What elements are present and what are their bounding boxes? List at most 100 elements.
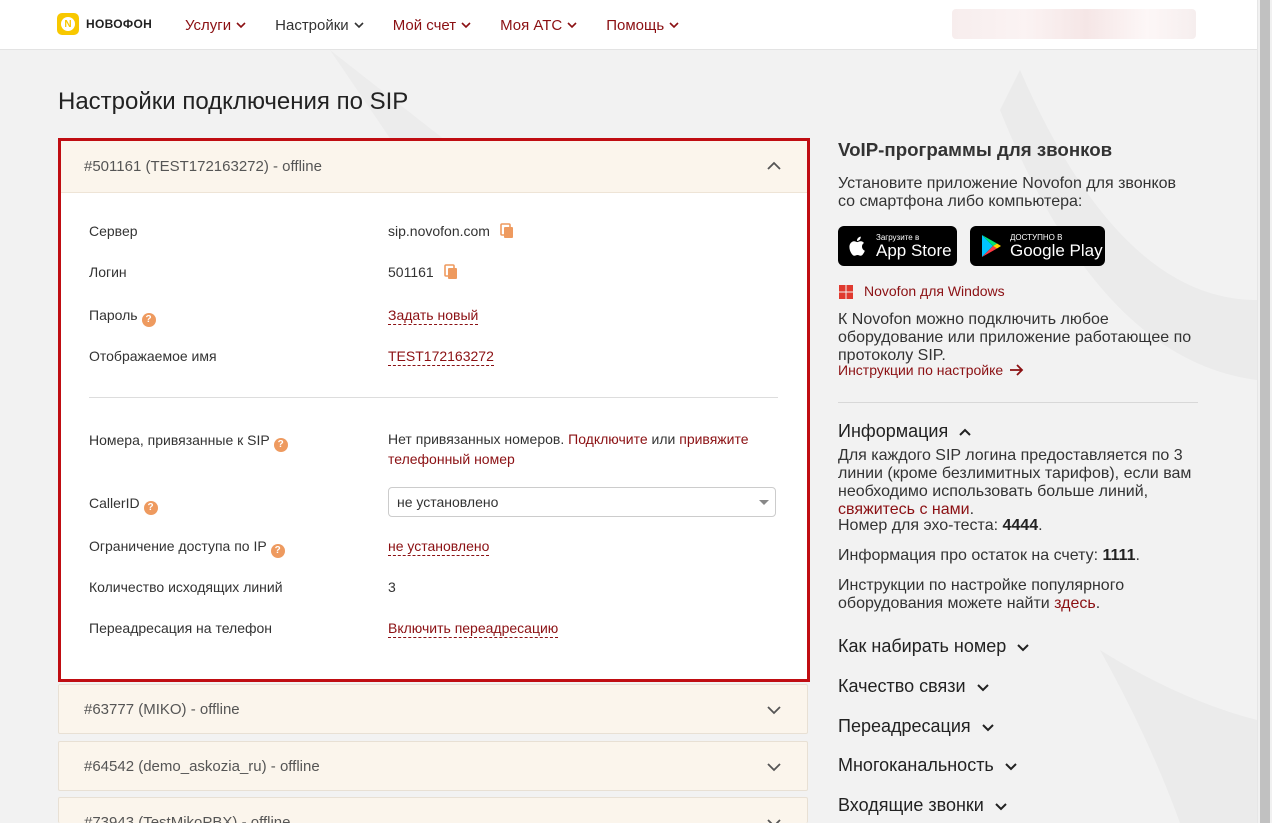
enable-forward-link[interactable]: Включить переадресацию [388,620,559,638]
ip-label: Ограничение доступа по IP [89,538,267,554]
callerid-label: CallerID [89,495,140,511]
accordion-quality[interactable]: Качество связи [838,676,990,697]
sip-card-header[interactable]: #501161 (TEST172163272) - offline [61,141,807,193]
help-icon[interactable]: ? [270,543,285,558]
help-icon[interactable]: ? [273,437,288,452]
copy-icon[interactable] [500,223,514,239]
nav-item-pbx[interactable]: Моя АТС [500,0,578,50]
chevron-down-icon [976,683,989,691]
googleplay-big: Google Play [1010,240,1103,260]
sip-account-card-expanded: #501161 (TEST172163272) - offline Сервер… [58,138,810,682]
login-label: Логин [89,264,127,280]
sidebar-divider [838,402,1198,403]
forward-label: Переадресация на телефон [89,620,273,636]
arrow-right-icon [1010,364,1024,376]
chevron-down-icon [354,22,364,29]
echo-test-line: Номер для эхо-теста: 4444. [838,517,1043,534]
server-value: sip.novofon.com [388,223,490,239]
scrollbar-thumb[interactable] [1260,0,1270,823]
sip-card-title: #64542 (demo_askozia_ru) - offline [84,757,320,775]
chevron-down-icon [1005,762,1017,770]
chevron-down-icon [1017,643,1030,651]
logo[interactable]: N НОВОФОН [57,13,152,35]
bind-number-link[interactable]: привяжите [679,431,748,447]
nav-label: Моя АТС [500,16,563,34]
numbers-text: Нет привязанных номеров. [388,431,565,447]
nav-item-account[interactable]: Мой счет [393,0,472,50]
accordion-dialing[interactable]: Как набирать номер [838,636,1030,657]
voip-text: Установите приложение Novofon для звонко… [838,175,1177,210]
nav-label: Помощь [606,16,665,34]
windows-app-link[interactable]: Novofon для Windows [864,283,1005,299]
accordion-multichannel[interactable]: Многоканальность [838,755,1018,776]
chevron-down-icon[interactable] [766,759,782,775]
sip-account-card-collapsed[interactable]: #63777 (MIKO) - offline [58,684,808,734]
hardware-link[interactable]: здесь [1054,595,1096,612]
accordion-label: Переадресация [838,716,971,736]
nav-item-services[interactable]: Услуги [185,0,247,50]
contact-us-link[interactable]: свяжитесь с нами [838,501,970,518]
info-title: Информация [838,421,949,441]
dropdown-arrow-icon [759,500,769,505]
balance-label: Информация про остаток на счету: [838,547,1099,564]
chevron-down-icon [995,802,1007,810]
password-label-wrap: Пароль? [89,307,156,327]
instructions-link[interactable]: Инструкции по настройке [838,362,1025,378]
sip-card-title: #501161 (TEST172163272) - offline [84,158,322,175]
echo-value: 4444 [1002,517,1039,534]
nav-item-settings[interactable]: Настройки [275,0,365,50]
echo-label: Номер для эхо-теста: [838,517,999,534]
accordion-incoming[interactable]: Входящие звонки [838,795,1008,816]
ip-restriction-link[interactable]: не установлено [388,538,490,556]
apple-icon [849,236,865,256]
help-icon[interactable]: ? [143,500,158,515]
lines-value: 3 [388,579,396,595]
sip-account-card-collapsed[interactable]: #73943 (TestMikoPBX) - offline [58,797,808,823]
chevron-down-icon [981,723,994,731]
set-password-link[interactable]: Задать новый [388,307,479,325]
numbers-or: или [651,431,676,447]
googleplay-button[interactable]: ДОСТУПНО В Google Play [970,226,1105,266]
display-name-link[interactable]: TEST172163272 [388,348,494,366]
nav-label: Настройки [275,16,349,34]
callerid-selected: не установлено [397,494,499,510]
sip-card-title: #63777 (MIKO) - offline [84,700,240,718]
callerid-select[interactable]: не установлено [388,487,776,517]
hardware-line: Инструкции по настройке популярного обор… [838,577,1125,612]
chevron-up-icon[interactable] [766,158,782,174]
accordion-label: Многоканальность [838,755,994,775]
voip-title: VoIP-программы для звонков [838,139,1113,160]
bind-number-link-cont[interactable]: телефонный номер [388,451,515,467]
sip-account-card-collapsed[interactable]: #64542 (demo_askozia_ru) - offline [58,741,808,791]
info-body: Для каждого SIP логина предоставляется п… [838,447,1192,500]
chevron-down-icon[interactable] [766,815,782,823]
page-scrollbar[interactable] [1257,0,1272,823]
accordion-label: Входящие звонки [838,795,984,815]
nav-item-help[interactable]: Помощь [606,0,680,50]
google-play-icon [982,235,1001,257]
user-menu-blurred[interactable] [952,9,1196,39]
chevron-down-icon [236,22,246,29]
numbers-label: Номера, привязанные к SIP [89,432,270,448]
chevron-down-icon [567,22,577,29]
appstore-text: Загрузите в App Store [876,233,952,260]
ip-label-wrap: Ограничение доступа по IP? [89,538,285,558]
help-icon[interactable]: ? [141,312,156,327]
connect-number-link[interactable]: Подключите [568,431,648,447]
sip-card-title: #73943 (TestMikoPBX) - offline [84,814,291,823]
logo-icon: N [57,13,79,35]
chevron-down-icon[interactable] [766,702,782,718]
balance-line: Информация про остаток на счету: 1111. [838,547,1140,564]
numbers-value: Нет привязанных номеров. Подключите или … [388,429,768,469]
accordion-forwarding[interactable]: Переадресация [838,716,995,737]
appstore-button[interactable]: Загрузите в App Store [838,226,957,266]
accordion-label: Как набирать номер [838,636,1007,656]
info-accordion-header[interactable]: Информация [838,421,972,442]
connect-text: К Novofon можно подключить любое оборудо… [838,311,1192,364]
display-name-label: Отображаемое имя [89,348,217,364]
server-label: Сервер [89,223,138,239]
copy-icon[interactable] [443,264,458,280]
logo-text: НОВОФОН [86,17,153,31]
page-title: Настройки подключения по SIP [58,88,409,115]
login-value: 501161 [388,264,434,280]
